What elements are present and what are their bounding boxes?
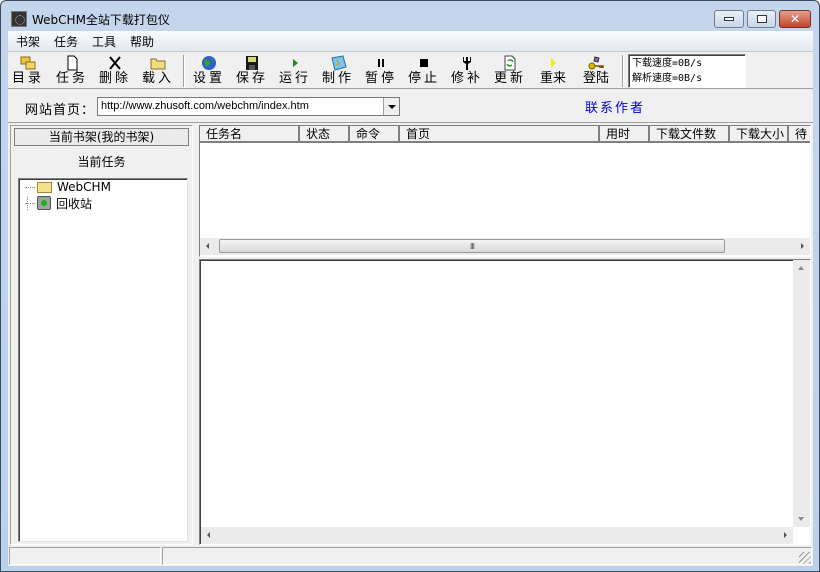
delete-x-icon bbox=[107, 55, 123, 71]
download-speed: 下载速度=0B/s bbox=[632, 58, 703, 69]
column-header-file-count[interactable]: 下载文件数 bbox=[650, 126, 730, 141]
client-area: 书架 任务 工具 帮助 目录 任务 删除 载入 设置 保存 运行 制作 暂停 停… bbox=[8, 31, 813, 566]
column-header-homepage[interactable]: 首页 bbox=[400, 126, 600, 141]
app-icon bbox=[11, 11, 27, 27]
menu-tools[interactable]: 工具 bbox=[85, 33, 123, 50]
stop-icon bbox=[416, 55, 432, 71]
floppy-disk-icon bbox=[244, 55, 260, 71]
update-button[interactable]: 更新 bbox=[492, 54, 528, 88]
pause-button[interactable]: 暂停 bbox=[363, 54, 399, 88]
menu-task[interactable]: 任务 bbox=[47, 33, 85, 50]
scroll-up-icon[interactable] bbox=[798, 266, 804, 270]
recycle-bin-icon bbox=[37, 196, 51, 210]
menu-bookshelf[interactable]: 书架 bbox=[8, 33, 47, 50]
folders-icon bbox=[20, 55, 36, 71]
scroll-down-icon[interactable] bbox=[798, 517, 804, 521]
run-button[interactable]: 运行 bbox=[277, 54, 313, 88]
menu-bar: 书架 任务 工具 帮助 bbox=[8, 31, 813, 51]
maximize-icon bbox=[756, 15, 767, 23]
toolbar: 目录 任务 删除 载入 设置 保存 运行 制作 暂停 停止 修补 更新 重来 登… bbox=[8, 51, 813, 89]
column-header-task-name[interactable]: 任务名 bbox=[200, 126, 300, 141]
window-title: WebCHM全站下载打包仪 bbox=[32, 13, 170, 27]
current-task-label: 当前任务 bbox=[77, 155, 126, 169]
tree-node-label: WebCHM bbox=[57, 180, 111, 194]
delete-button[interactable]: 删除 bbox=[97, 54, 133, 88]
play-icon bbox=[287, 55, 303, 71]
scroll-left-icon[interactable] bbox=[207, 532, 210, 538]
status-pane-left bbox=[9, 547, 161, 565]
compile-icon bbox=[329, 55, 347, 71]
column-header-command[interactable]: 命令 bbox=[350, 126, 400, 141]
open-folder-icon bbox=[150, 55, 166, 71]
globe-icon bbox=[201, 55, 217, 71]
menu-help[interactable]: 帮助 bbox=[123, 33, 161, 50]
minimize-button[interactable] bbox=[714, 10, 744, 28]
toolbar-separator bbox=[622, 55, 624, 87]
make-button[interactable]: 制作 bbox=[320, 54, 356, 88]
restart-arrow-icon bbox=[545, 55, 561, 71]
scrollbar-thumb[interactable] bbox=[219, 239, 725, 253]
parse-speed: 解析速度=0B/s bbox=[632, 73, 703, 84]
login-button[interactable]: 登陆 bbox=[578, 54, 614, 88]
close-icon: ✕ bbox=[789, 12, 801, 26]
homepage-url-value[interactable]: http://www.zhusoft.com/webchm/index.htm bbox=[101, 100, 309, 112]
folder-icon bbox=[37, 181, 52, 193]
speed-display: 下载速度=0B/s 解析速度=0B/s bbox=[628, 54, 746, 88]
toolbar-separator bbox=[183, 55, 185, 87]
table-horizontal-scrollbar[interactable] bbox=[200, 238, 810, 255]
repair-button[interactable]: 修补 bbox=[449, 54, 485, 88]
tree-node-recycle-bin[interactable]: 回收站 bbox=[25, 195, 92, 211]
column-header-elapsed[interactable]: 用时 bbox=[600, 126, 650, 141]
table-header: 任务名 状态 命令 首页 用时 下载文件数 下载大小 待 bbox=[200, 126, 810, 143]
contact-author-link[interactable]: 联系作者 bbox=[585, 97, 645, 116]
refresh-icon bbox=[502, 55, 518, 71]
maximize-button[interactable] bbox=[747, 10, 776, 28]
wrench-icon bbox=[459, 55, 475, 71]
log-vertical-scrollbar[interactable] bbox=[793, 260, 810, 527]
task-tree[interactable]: WebCHM 回收站 bbox=[18, 178, 188, 542]
load-button[interactable]: 载入 bbox=[140, 54, 176, 88]
settings-button[interactable]: 设置 bbox=[191, 54, 227, 88]
key-login-icon bbox=[587, 55, 605, 71]
resize-grip-icon[interactable] bbox=[799, 552, 811, 564]
status-bar bbox=[8, 547, 813, 566]
restart-button[interactable]: 重来 bbox=[535, 54, 571, 88]
tree-node-webchm[interactable]: WebCHM bbox=[25, 179, 111, 195]
new-task-button[interactable]: 任务 bbox=[54, 54, 90, 88]
tree-node-label: 回收站 bbox=[56, 196, 93, 211]
status-pane-right bbox=[162, 547, 812, 565]
column-header-download-size[interactable]: 下载大小 bbox=[730, 126, 789, 141]
task-table[interactable]: 任务名 状态 命令 首页 用时 下载文件数 下载大小 待 bbox=[199, 125, 811, 257]
homepage-url-combo[interactable]: http://www.zhusoft.com/webchm/index.htm bbox=[97, 97, 400, 116]
title-bar[interactable]: WebCHM全站下载打包仪 ✕ bbox=[1, 1, 819, 31]
pause-icon bbox=[373, 55, 389, 71]
current-shelf-button[interactable]: 当前书架(我的书架) bbox=[14, 128, 189, 146]
scroll-left-icon[interactable] bbox=[206, 243, 209, 249]
scroll-right-icon[interactable] bbox=[801, 243, 804, 249]
minimize-icon bbox=[724, 17, 734, 21]
log-horizontal-scrollbar[interactable] bbox=[201, 527, 793, 544]
homepage-label: 网站首页： bbox=[25, 103, 96, 118]
close-button[interactable]: ✕ bbox=[779, 10, 811, 28]
bookshelf-panel: 当前书架(我的书架) 当前任务 WebCHM 回收站 bbox=[10, 125, 193, 545]
catalog-button[interactable]: 目录 bbox=[10, 54, 46, 88]
dropdown-arrow-icon[interactable] bbox=[383, 98, 399, 115]
address-bar: 网站首页： http://www.zhusoft.com/webchm/inde… bbox=[8, 89, 813, 123]
app-window: WebCHM全站下载打包仪 ✕ 书架 任务 工具 帮助 目录 任务 删除 载入 … bbox=[0, 0, 820, 572]
log-panel[interactable] bbox=[199, 259, 811, 545]
column-header-status[interactable]: 状态 bbox=[300, 126, 350, 141]
scroll-right-icon[interactable] bbox=[784, 532, 787, 538]
column-header-pending[interactable]: 待 bbox=[789, 126, 810, 141]
stop-button[interactable]: 停止 bbox=[406, 54, 442, 88]
save-button[interactable]: 保存 bbox=[234, 54, 270, 88]
new-document-icon bbox=[64, 55, 80, 71]
